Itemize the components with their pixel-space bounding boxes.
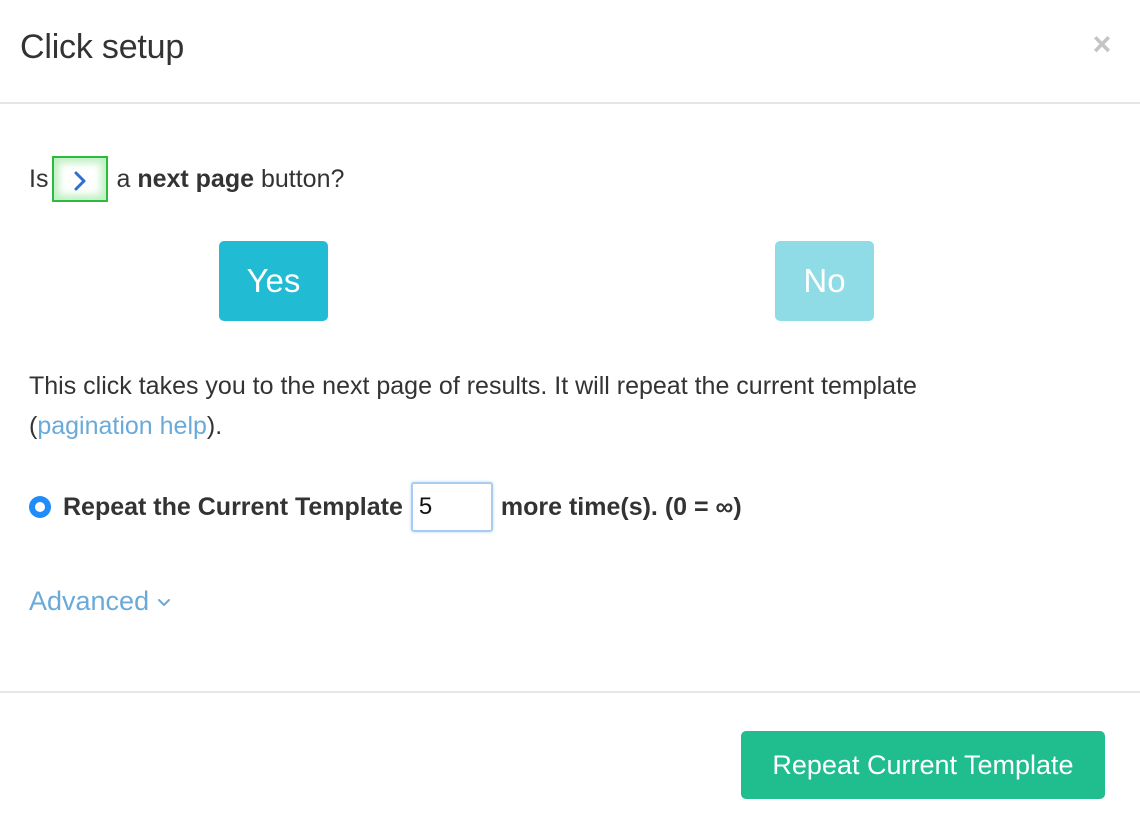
repeat-option: Repeat the Current Template more time(s)…	[29, 482, 742, 532]
no-button[interactable]: No	[775, 241, 874, 321]
description-text: This click takes you to the next page of…	[29, 372, 917, 400]
dialog-title: Click setup	[20, 28, 185, 66]
close-icon[interactable]: ×	[1088, 28, 1116, 60]
pagination-description: This click takes you to the next page of…	[29, 366, 1119, 446]
element-preview	[52, 156, 109, 202]
question-bold: next page	[137, 165, 255, 193]
repeat-current-template-button[interactable]: Repeat Current Template	[741, 731, 1105, 799]
repeat-label: Repeat the Current Template	[63, 492, 403, 521]
chevron-down-icon	[158, 599, 171, 606]
pagination-help-link[interactable]: pagination help	[37, 412, 207, 440]
question-suffix: button?	[260, 165, 345, 193]
advanced-toggle[interactable]: Advanced	[29, 586, 171, 617]
close-paren: ).	[206, 412, 223, 440]
footer-divider	[0, 691, 1140, 693]
repeat-count-input[interactable]	[410, 482, 493, 532]
advanced-label: Advanced	[29, 586, 150, 616]
chevron-right-icon	[74, 171, 86, 191]
question-mid: a	[116, 165, 131, 193]
question-prefix: Is	[29, 165, 49, 193]
repeat-suffix: more time(s). (0 = ∞)	[500, 492, 742, 521]
yes-button[interactable]: Yes	[219, 241, 328, 321]
click-setup-dialog: Click setup × Is a next page button? Yes…	[0, 0, 1140, 834]
repeat-radio[interactable]	[29, 496, 51, 518]
next-page-question: Is a next page button?	[29, 156, 344, 202]
dialog-header: Click setup ×	[0, 0, 1140, 104]
